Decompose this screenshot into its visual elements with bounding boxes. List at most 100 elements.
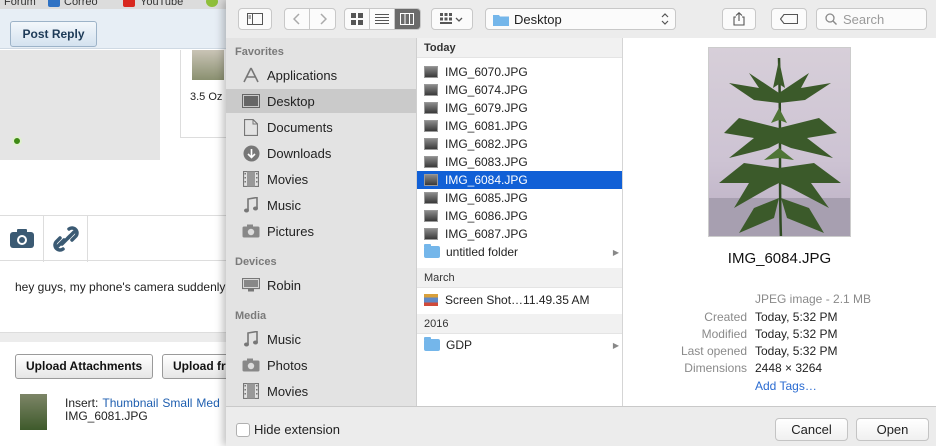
- file-row[interactable]: IMG_6086.JPG: [417, 207, 622, 225]
- sidebar-item-media-music[interactable]: Music: [226, 327, 416, 351]
- list-view-button[interactable]: [370, 9, 395, 29]
- file-row[interactable]: IMG_6079.JPG: [417, 99, 622, 117]
- folder-icon: [424, 337, 440, 351]
- forward-button[interactable]: [310, 9, 335, 29]
- group-header-march: March: [417, 268, 622, 288]
- bookmark-correo[interactable]: Correo: [64, 0, 98, 8]
- sidebar-toggle-button[interactable]: [238, 8, 272, 30]
- file-name: IMG_6084.JPG: [445, 173, 528, 187]
- bookmark-youtube[interactable]: YouTube: [140, 0, 183, 8]
- folder-name: untitled folder: [446, 245, 519, 259]
- file-row[interactable]: IMG_6082.JPG: [417, 135, 622, 153]
- documents-icon: [241, 118, 261, 136]
- back-button[interactable]: [285, 9, 311, 29]
- tags-button[interactable]: [771, 8, 807, 30]
- sidebar-toggle-icon: [247, 13, 263, 25]
- thumbnail-image[interactable]: [192, 50, 224, 80]
- bookmark-forum[interactable]: Forum: [4, 0, 36, 8]
- open-file-dialog: Desktop Search Favorites Applications De…: [226, 0, 936, 446]
- sidebar-item-music[interactable]: Music: [226, 193, 416, 217]
- share-icon: [733, 12, 745, 26]
- file-row-selected[interactable]: IMG_6084.JPG: [417, 171, 622, 189]
- file-row[interactable]: IMG_6070.JPG: [417, 63, 622, 81]
- mail-icon: [48, 0, 60, 7]
- cancel-button[interactable]: Cancel: [775, 418, 848, 441]
- preview-kind: JPEG image - 2.1 MB: [755, 292, 872, 306]
- camera-button[interactable]: [0, 216, 44, 262]
- disclosure-arrow-icon: ▶: [612, 340, 619, 350]
- sidebar-item-photos[interactable]: Photos: [226, 353, 416, 377]
- search-placeholder: Search: [843, 11, 885, 27]
- list-view-icon: [375, 14, 389, 24]
- file-name: IMG_6070.JPG: [445, 65, 528, 79]
- insert-small-link[interactable]: Small: [162, 396, 192, 410]
- file-name: Screen Shot…11.49.35 AM: [445, 293, 590, 307]
- post-preview-pane: [0, 50, 160, 160]
- sidebar-item-robin[interactable]: Robin: [226, 273, 416, 297]
- screenshot-file-icon: [424, 294, 438, 306]
- preview-image: [708, 47, 851, 237]
- sidebar-item-applications[interactable]: Applications: [226, 63, 416, 87]
- upload-attachments-button[interactable]: Upload Attachments: [15, 354, 154, 379]
- movies-icon: [241, 382, 261, 400]
- folder-row[interactable]: untitled folder ▶: [417, 243, 622, 261]
- sidebar-item-media-movies[interactable]: Movies: [226, 379, 416, 403]
- sidebar-item-documents[interactable]: Documents: [226, 115, 416, 139]
- sidebar-item-movies[interactable]: Movies: [226, 167, 416, 191]
- link-button[interactable]: [44, 216, 88, 262]
- hide-extension-checkbox[interactable]: [236, 423, 250, 437]
- file-name: IMG_6083.JPG: [445, 155, 528, 169]
- file-name: IMG_6081.JPG: [445, 119, 528, 133]
- folder-icon: [493, 14, 509, 26]
- file-row[interactable]: IMG_6085.JPG: [417, 189, 622, 207]
- upload-from-button[interactable]: Upload fr: [162, 354, 226, 379]
- meta-row-modified: Modified Today, 5:32 PM: [623, 327, 936, 344]
- add-tags-link[interactable]: Add Tags…: [755, 379, 817, 393]
- camera-icon: [10, 229, 34, 248]
- meta-row-created: Created Today, 5:32 PM: [623, 310, 936, 327]
- group-header-2016: 2016: [417, 314, 622, 334]
- image-file-icon: [424, 120, 438, 132]
- meta-key: Dimensions: [684, 361, 747, 375]
- file-name: IMG_6085.JPG: [445, 191, 528, 205]
- post-editor-text[interactable]: hey guys, my phone's camera suddenly: [15, 280, 225, 294]
- meta-value: Today, 5:32 PM: [755, 327, 838, 341]
- sidebar-item-pictures[interactable]: Pictures: [226, 219, 416, 243]
- file-row[interactable]: IMG_6081.JPG: [417, 117, 622, 135]
- file-row[interactable]: Screen Shot…11.49.35 AM: [417, 291, 622, 309]
- sidebar-item-downloads[interactable]: Downloads: [226, 141, 416, 165]
- open-button[interactable]: Open: [856, 418, 929, 441]
- sidebar-item-desktop[interactable]: Desktop: [226, 89, 416, 113]
- file-name: IMG_6079.JPG: [445, 101, 528, 115]
- hide-extension-label[interactable]: Hide extension: [254, 422, 340, 437]
- folder-icon: [424, 244, 440, 258]
- image-file-icon: [424, 66, 438, 78]
- group-header-today: Today: [417, 38, 622, 58]
- dialog-bottom-bar: Hide extension Cancel Open: [226, 406, 936, 446]
- sidebar-item-label: Documents: [267, 119, 333, 135]
- folder-row[interactable]: GDP ▶: [417, 336, 622, 354]
- insert-thumbnail-link[interactable]: Thumbnail: [102, 396, 158, 410]
- sidebar-item-label: Downloads: [267, 145, 332, 161]
- bookmarks-bar: Forum Correo YouTube: [0, 0, 226, 9]
- location-label: Desktop: [514, 11, 562, 27]
- preview-pane: IMG_6084.JPG JPEG image - 2.1 MB Created…: [623, 38, 936, 406]
- post-reply-button[interactable]: Post Reply: [10, 21, 97, 47]
- insert-medium-link[interactable]: Med: [196, 396, 219, 410]
- column-view-button[interactable]: [394, 9, 420, 29]
- music-icon: [241, 330, 261, 348]
- file-name: IMG_6074.JPG: [445, 83, 528, 97]
- location-popup[interactable]: Desktop: [485, 8, 676, 30]
- file-row[interactable]: IMG_6074.JPG: [417, 81, 622, 99]
- file-row[interactable]: IMG_6083.JPG: [417, 153, 622, 171]
- file-name: IMG_6082.JPG: [445, 137, 528, 151]
- share-button[interactable]: [722, 8, 756, 30]
- image-file-icon: [424, 102, 438, 114]
- icon-view-button[interactable]: [345, 9, 371, 29]
- sidebar-item-label: Photos: [267, 357, 308, 373]
- arrange-button[interactable]: [431, 8, 473, 30]
- file-row[interactable]: IMG_6087.JPG: [417, 225, 622, 243]
- preview-filename: IMG_6084.JPG: [727, 250, 832, 267]
- search-field[interactable]: Search: [816, 8, 927, 30]
- arrange-grid-icon: [440, 13, 463, 24]
